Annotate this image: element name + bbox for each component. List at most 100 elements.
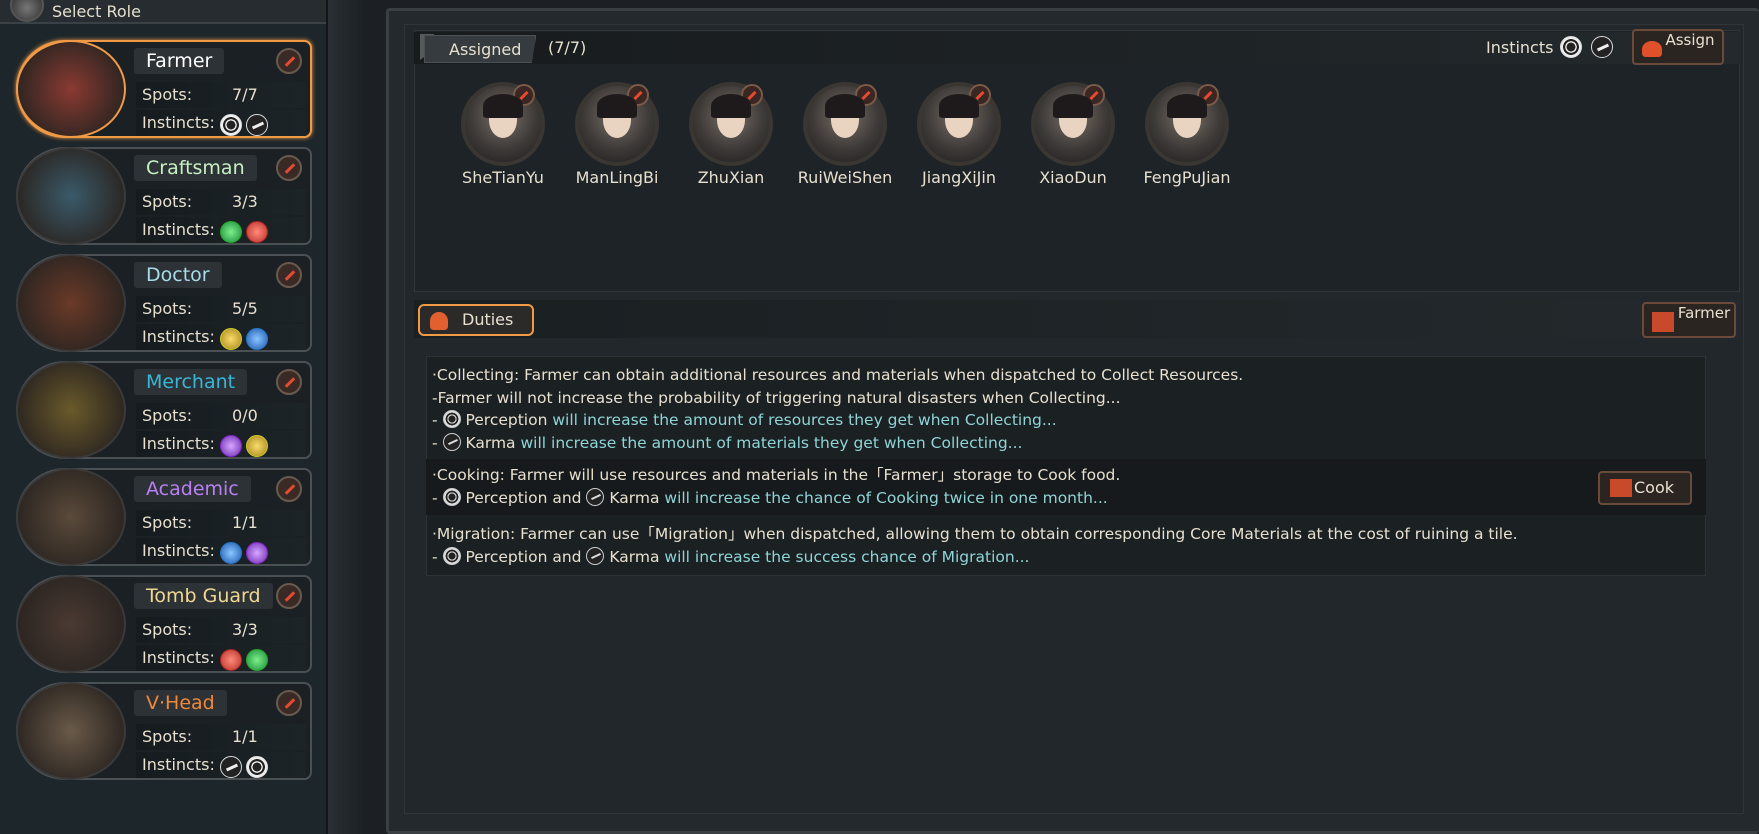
green-icon bbox=[220, 220, 242, 243]
role-instincts: Instincts: bbox=[136, 645, 306, 671]
character-portrait bbox=[917, 82, 1001, 166]
role-portrait bbox=[16, 147, 126, 245]
duty-line: - Karma will increase the amount of mate… bbox=[432, 432, 1706, 455]
role-name: Tomb Guard bbox=[134, 583, 273, 609]
karma-icon bbox=[246, 113, 268, 136]
hoe-icon[interactable] bbox=[276, 262, 302, 288]
instincts-label: Instincts: bbox=[142, 648, 215, 667]
role-instincts: Instincts: bbox=[136, 324, 306, 350]
instinct-name: Perception and bbox=[465, 488, 587, 507]
instincts-label: Instincts: bbox=[142, 434, 215, 453]
duty-collecting: ·Collecting: Farmer can obtain additiona… bbox=[426, 364, 1706, 454]
person-icon bbox=[10, 0, 44, 22]
farmer-storage-button[interactable]: Farmer bbox=[1642, 302, 1736, 338]
character-slot[interactable]: ZhuXian bbox=[677, 82, 785, 187]
character-name: SheTianYu bbox=[462, 168, 544, 187]
duty-line: - Perception and Karma will increase the… bbox=[432, 487, 1706, 510]
spots-value: 1/1 bbox=[232, 727, 258, 746]
role-card[interactable]: Farmer Spots: 7/7 Instincts: bbox=[16, 40, 312, 138]
role-spots: Spots: 5/5 bbox=[136, 296, 306, 322]
perception-icon bbox=[246, 755, 268, 778]
role-spots: Spots: 3/3 bbox=[136, 189, 306, 215]
duty-line: - Perception and Karma will increase the… bbox=[432, 546, 1706, 569]
perception-icon bbox=[220, 113, 242, 136]
role-card[interactable]: Merchant Spots: 0/0 Instincts: bbox=[16, 361, 312, 459]
assigned-tab[interactable]: Assigned bbox=[424, 35, 537, 63]
duty-prefix: - bbox=[432, 547, 443, 566]
karma-icon bbox=[1591, 36, 1614, 58]
hoe-icon[interactable] bbox=[276, 48, 302, 74]
role-card[interactable]: Tomb Guard Spots: 3/3 Instincts: bbox=[16, 575, 312, 673]
duty-line: -Farmer will not increase the probabilit… bbox=[432, 388, 1121, 407]
character-slot[interactable]: FengPuJian bbox=[1133, 82, 1241, 187]
spots-label: Spots: bbox=[142, 727, 193, 746]
role-spots: Spots: 3/3 bbox=[136, 617, 306, 643]
hoe-icon[interactable] bbox=[276, 155, 302, 181]
character-portrait bbox=[575, 82, 659, 166]
character-slot[interactable]: ManLingBi bbox=[563, 82, 671, 187]
hoe-icon bbox=[855, 84, 877, 106]
karma-icon bbox=[220, 755, 242, 778]
instincts-label: Instincts bbox=[1486, 38, 1554, 57]
instinct-name: Perception and bbox=[465, 547, 587, 566]
blue-icon bbox=[220, 541, 242, 564]
character-name: XiaoDun bbox=[1039, 168, 1107, 187]
instincts-label: Instincts: bbox=[142, 220, 215, 239]
select-role-label: Select Role bbox=[52, 1, 141, 21]
green-icon bbox=[246, 648, 268, 671]
role-name: Farmer bbox=[134, 48, 225, 74]
spots-label: Spots: bbox=[142, 299, 193, 318]
role-name: Merchant bbox=[134, 369, 248, 395]
assign-button[interactable]: Assign bbox=[1632, 29, 1724, 65]
spots-value: 3/3 bbox=[232, 620, 258, 639]
spots-label: Spots: bbox=[142, 85, 193, 104]
character-name: JiangXiJin bbox=[922, 168, 996, 187]
spots-value: 1/1 bbox=[232, 513, 258, 532]
hoe-icon[interactable] bbox=[276, 476, 302, 502]
role-spots: Spots: 1/1 bbox=[136, 724, 306, 750]
duty-line: - Perception will increase the amount of… bbox=[432, 409, 1706, 432]
character-portrait bbox=[1031, 82, 1115, 166]
role-portrait bbox=[16, 575, 126, 673]
role-instincts: Instincts: bbox=[136, 217, 306, 243]
character-slot[interactable]: RuiWeiShen bbox=[791, 82, 899, 187]
instincts-label: Instincts: bbox=[142, 327, 215, 346]
role-card[interactable]: Academic Spots: 1/1 Instincts: bbox=[16, 468, 312, 566]
hoe-icon bbox=[969, 84, 991, 106]
role-portrait bbox=[16, 468, 126, 566]
character-slot[interactable]: XiaoDun bbox=[1019, 82, 1127, 187]
character-name: RuiWeiShen bbox=[797, 168, 893, 187]
spots-label: Spots: bbox=[142, 406, 193, 425]
hoe-icon[interactable] bbox=[276, 583, 302, 609]
select-role-header: Select Role bbox=[0, 0, 326, 24]
role-card[interactable]: V·Head Spots: 1/1 Instincts: bbox=[16, 682, 312, 780]
red-icon bbox=[220, 648, 242, 671]
role-spots: Spots: 0/0 bbox=[136, 403, 306, 429]
hoe-icon[interactable] bbox=[276, 369, 302, 395]
character-portrait bbox=[461, 82, 545, 166]
duties-tab-label: Duties bbox=[462, 310, 514, 329]
role-card[interactable]: Craftsman Spots: 3/3 Instincts: bbox=[16, 147, 312, 245]
stove-icon bbox=[1610, 479, 1632, 497]
hoe-icon[interactable] bbox=[276, 690, 302, 716]
spots-value: 5/5 bbox=[232, 299, 258, 318]
instinct-name: Perception bbox=[465, 411, 548, 429]
duty-effect: will increase the amount of materials th… bbox=[515, 433, 1023, 452]
cook-button[interactable]: Cook bbox=[1598, 471, 1692, 505]
duties-tab[interactable]: Duties bbox=[418, 304, 534, 336]
instincts-icons bbox=[1556, 36, 1614, 58]
role-spots: Spots: 1/1 bbox=[136, 510, 306, 536]
blue-icon bbox=[246, 327, 268, 350]
role-portrait bbox=[16, 40, 126, 138]
character-slot[interactable]: JiangXiJin bbox=[905, 82, 1013, 187]
duty-line: ·Collecting: Farmer can obtain additiona… bbox=[432, 366, 1244, 384]
duty-line: ·Cooking: Farmer will use resources and … bbox=[432, 466, 1121, 484]
yellow-icon bbox=[246, 434, 268, 457]
character-portrait bbox=[1145, 82, 1229, 166]
assign-button-label: Assign bbox=[1665, 31, 1715, 49]
cook-button-label: Cook bbox=[1634, 478, 1675, 497]
role-card[interactable]: Doctor Spots: 5/5 Instincts: bbox=[16, 254, 312, 352]
character-slot[interactable]: SheTianYu bbox=[449, 82, 557, 187]
role-instincts: Instincts: bbox=[136, 431, 306, 457]
purple-icon bbox=[246, 541, 268, 564]
